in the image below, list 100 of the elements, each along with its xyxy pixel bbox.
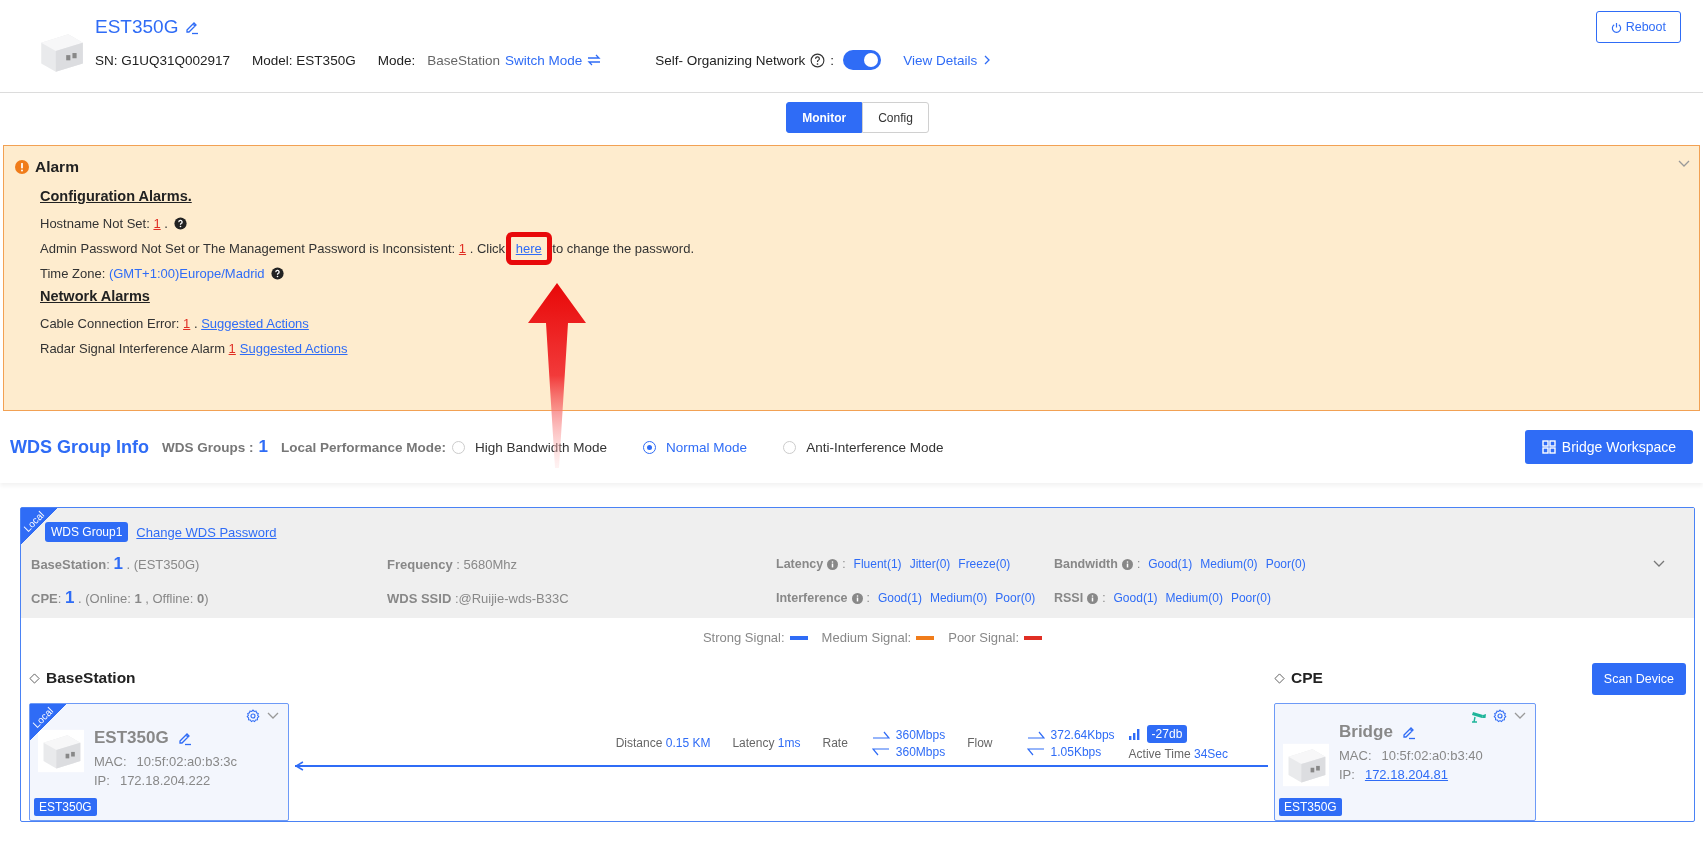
alert-icon xyxy=(15,160,29,174)
rate-label: Rate xyxy=(822,736,848,750)
scan-device-button[interactable]: Scan Device xyxy=(1591,663,1686,695)
filter-link[interactable]: Fluent(1) xyxy=(853,557,902,571)
serial-number: SN: G1UQ31Q002917 xyxy=(95,52,231,68)
section-title: WDS Group Info xyxy=(10,436,149,458)
chevron-down-icon xyxy=(266,711,280,721)
bridge-workspace-button[interactable]: Bridge Workspace xyxy=(1524,430,1693,464)
latency-text: Latency 1ms xyxy=(732,736,801,750)
alarm-count-link[interactable]: 1 xyxy=(228,341,236,356)
stat-text: Frequency : 5680Mhz xyxy=(387,556,518,572)
legend-label: Medium Signal: xyxy=(821,630,912,645)
alarm-count-link[interactable]: 1 xyxy=(458,241,467,256)
alarm-text: Cable Connection Error: 1 . Suggested Actions xyxy=(40,316,309,331)
alarm-count-link[interactable]: 1 xyxy=(183,316,191,331)
legend-label: Poor Signal: xyxy=(948,630,1020,645)
alarm-text: Admin Password Not Set or The Management Password is Inconsistent: 1 . Click here to change the password. xyxy=(40,241,694,256)
toggle-switch[interactable] xyxy=(843,50,882,70)
filter-link[interactable]: Poor(0) xyxy=(1230,591,1271,605)
expand-icon xyxy=(1652,559,1666,569)
radio-label[interactable]: Anti-Interference Mode xyxy=(806,439,944,455)
filter-link[interactable]: Good(1) xyxy=(877,591,922,605)
info-icon xyxy=(851,592,863,604)
camera-icon[interactable] xyxy=(1471,709,1487,723)
action-link[interactable]: Suggested Actions xyxy=(201,316,309,331)
alarm-count-link[interactable]: 1 xyxy=(153,216,161,231)
device-name: EST350G xyxy=(94,728,169,748)
gear-icon[interactable] xyxy=(1493,709,1507,723)
collapse-icon xyxy=(1677,159,1691,169)
mode-value: BaseStation xyxy=(427,52,500,68)
ip-link[interactable]: 172.18.204.81 xyxy=(1364,767,1449,782)
help-icon xyxy=(810,52,826,68)
alarm-title: Alarm xyxy=(35,158,79,176)
radio-button[interactable] xyxy=(783,440,797,454)
view-tab[interactable]: Config xyxy=(862,102,929,133)
section-heading: Configuration Alarms. xyxy=(40,188,192,204)
mac-value: 10:5f:02:a0:b3:40 xyxy=(1381,748,1483,763)
ip-value: 172.18.204.222 xyxy=(119,773,211,788)
model-text: Model: EST350G xyxy=(252,52,356,68)
power-icon xyxy=(1610,21,1622,33)
rate-up-value: 360Mbps xyxy=(895,727,946,742)
gear-icon[interactable] xyxy=(246,709,260,723)
flow-down-value: 1.05Kbps xyxy=(1050,744,1102,759)
change-password-link[interactable]: Change WDS Password xyxy=(136,524,277,540)
diamond-icon xyxy=(1274,672,1285,684)
filter-link[interactable]: Jitter(0) xyxy=(909,557,951,571)
ip-label: IP: xyxy=(94,773,110,788)
alarm-text: Hostname Not Set: 1 . xyxy=(40,216,168,231)
colon-text: : xyxy=(830,52,835,68)
flow-up-value: 372.64Kbps xyxy=(1050,727,1115,742)
filter-link[interactable]: Freeze(0) xyxy=(958,557,1011,571)
stat-text: BaseStation: 1 . (EST350G) xyxy=(31,557,200,572)
chevron-down-icon xyxy=(1513,711,1527,721)
action-link[interactable]: here xyxy=(515,241,542,256)
device-drawing xyxy=(38,728,84,774)
view-details-link[interactable]: View Details xyxy=(903,52,978,68)
group-tag: WDS Group1 xyxy=(45,522,129,542)
arrow-left-icon xyxy=(871,747,890,756)
filter-link[interactable]: Medium(0) xyxy=(929,591,988,605)
signal-badge: -27db xyxy=(1146,725,1188,743)
mode-label: Mode: xyxy=(377,52,416,68)
section-heading: CPE xyxy=(1291,669,1323,687)
wds-groups-count: 1 xyxy=(258,437,268,457)
filter-link[interactable]: Medium(0) xyxy=(1200,557,1258,571)
info-icon xyxy=(1087,592,1099,604)
stat-label: Interference xyxy=(776,591,848,605)
reboot-button[interactable]: Reboot xyxy=(1595,11,1681,43)
performance-mode-label: Local Performance Mode: xyxy=(280,439,446,455)
mac-label: MAC: xyxy=(94,754,127,769)
filter-link[interactable]: Good(1) xyxy=(1113,591,1158,605)
model-tag: EST350G xyxy=(34,798,97,816)
ip-label: IP: xyxy=(1339,767,1355,782)
info-icon xyxy=(827,558,839,570)
section-heading: Network Alarms xyxy=(40,288,150,304)
distance-text: Distance 0.15 KM xyxy=(615,736,711,750)
wds-groups-label: WDS Groups : xyxy=(162,439,254,455)
signal-bars-icon xyxy=(1128,728,1141,740)
switch-mode-link[interactable]: Switch Mode xyxy=(505,52,583,68)
section-heading: BaseStation xyxy=(46,669,136,687)
info-icon xyxy=(1121,558,1133,570)
filter-link[interactable]: Poor(0) xyxy=(1265,557,1306,571)
filter-link[interactable]: Good(1) xyxy=(1148,557,1193,571)
radio-label[interactable]: High Bandwidth Mode xyxy=(475,439,608,455)
filter-link[interactable]: Poor(0) xyxy=(995,591,1036,605)
colon-text: : xyxy=(1136,557,1141,571)
device-title: EST350G xyxy=(95,16,179,38)
filter-link[interactable]: Medium(0) xyxy=(1165,591,1223,605)
action-link[interactable]: Suggested Actions xyxy=(239,341,348,356)
radio-button[interactable] xyxy=(452,440,465,454)
alarm-text: Radar Signal Interference Alarm 1 Suggested Actions xyxy=(40,341,348,356)
radio-label[interactable]: Normal Mode xyxy=(666,439,748,455)
view-tab[interactable]: Monitor xyxy=(786,102,863,133)
colon-text: : xyxy=(842,557,846,571)
radio-button[interactable] xyxy=(643,440,657,454)
legend-label: Strong Signal: xyxy=(702,630,785,645)
alarm-text: Time Zone: (GMT+1:00)Europe/Madrid xyxy=(40,266,265,281)
arrow-right-icon xyxy=(1026,730,1045,739)
device-drawing xyxy=(1283,742,1329,788)
arrow-right-icon xyxy=(871,730,890,739)
grid-icon xyxy=(1541,440,1556,454)
